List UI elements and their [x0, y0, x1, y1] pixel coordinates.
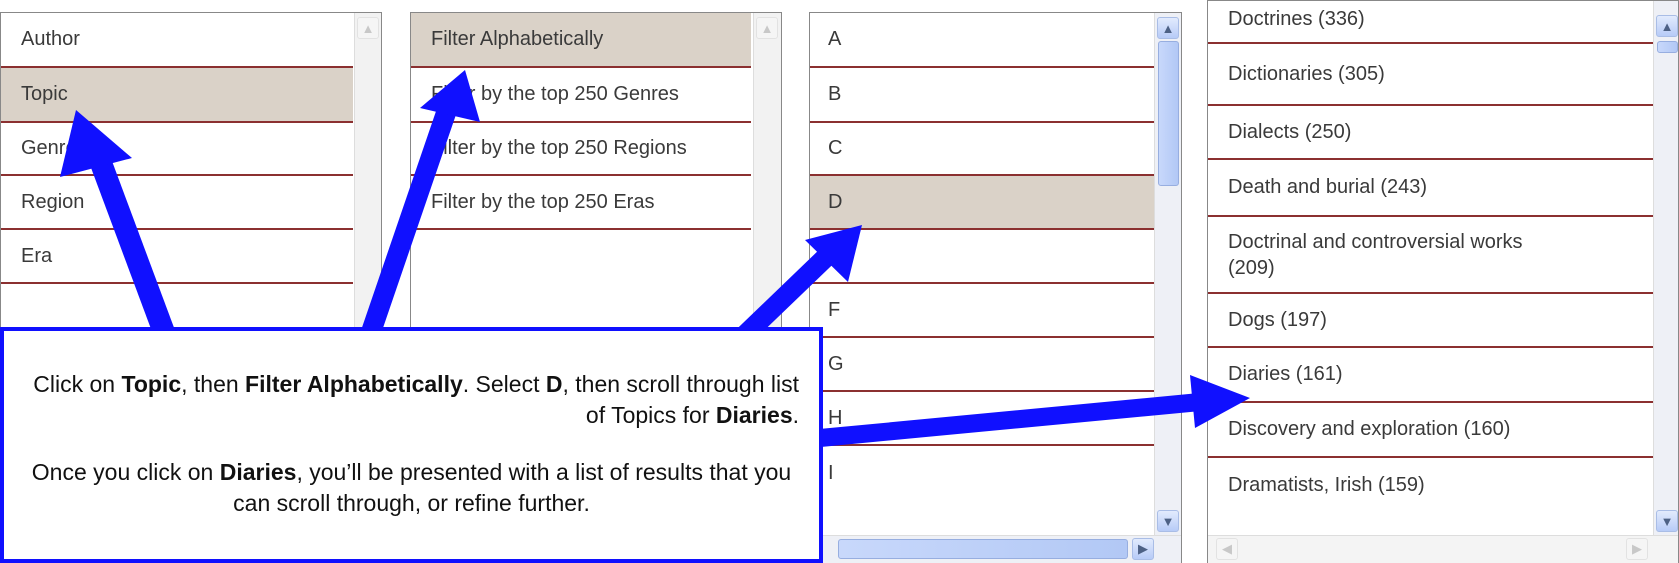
scroll-up-icon[interactable]: ▲: [357, 17, 379, 39]
scroll-right-icon[interactable]: ▶: [1132, 538, 1154, 560]
letter-f[interactable]: F: [810, 284, 1154, 338]
letter-e[interactable]: E: [810, 230, 1154, 284]
letter-g[interactable]: G: [810, 338, 1154, 392]
topic-list: Doctrines (336) Dictionaries (305) Diale…: [1207, 0, 1679, 563]
scroll-up-icon[interactable]: ▲: [1656, 15, 1678, 37]
letter-i[interactable]: I: [810, 446, 1154, 500]
filter-top-eras[interactable]: Filter by the top 250 Eras: [411, 176, 751, 230]
alphabet-list: A B C D E F G H I ▲ ▼ ▶: [809, 12, 1182, 563]
scroll-up-icon[interactable]: ▲: [756, 17, 778, 39]
scroll-down-icon[interactable]: ▼: [1656, 510, 1678, 532]
facet-author[interactable]: Author: [1, 13, 353, 68]
letter-b[interactable]: B: [810, 68, 1154, 123]
scroll-thumb[interactable]: [1657, 41, 1678, 53]
topic-item[interactable]: Dictionaries (305): [1208, 44, 1653, 106]
scroll-up-icon[interactable]: ▲: [1157, 17, 1179, 39]
topic-item[interactable]: Discovery and exploration (160): [1208, 403, 1653, 458]
scroll-left-icon[interactable]: ◀: [1216, 538, 1238, 560]
alphabet-hscrollbar[interactable]: ▶: [810, 535, 1181, 563]
filter-alphabetically[interactable]: Filter Alphabetically: [411, 13, 751, 68]
topic-item[interactable]: Death and burial (243): [1208, 160, 1653, 217]
scroll-down-icon[interactable]: ▼: [1157, 510, 1179, 532]
letter-c[interactable]: C: [810, 123, 1154, 176]
instruction-paragraph-2: Once you click on Diaries, you’ll be pre…: [31, 459, 792, 516]
topic-item[interactable]: Doctrines (336): [1208, 1, 1653, 44]
scroll-right-icon[interactable]: ▶: [1626, 538, 1648, 560]
letter-h[interactable]: H: [810, 392, 1154, 446]
topic-item[interactable]: Dogs (197): [1208, 294, 1653, 348]
facet-topic[interactable]: Topic: [1, 68, 353, 123]
topic-item[interactable]: Doctrinal and controversial works (209): [1208, 217, 1653, 294]
letter-d[interactable]: D: [810, 176, 1154, 230]
facet-genre[interactable]: Genre: [1, 123, 353, 176]
facet-era[interactable]: Era: [1, 230, 353, 284]
hscroll-thumb[interactable]: [838, 539, 1128, 559]
instruction-callout: Click on Topic, then Filter Alphabetical…: [0, 327, 823, 563]
facet-region[interactable]: Region: [1, 176, 353, 230]
topic-diaries[interactable]: Diaries (161): [1208, 348, 1653, 403]
letter-a[interactable]: A: [810, 13, 1154, 68]
topic-item[interactable]: Dialects (250): [1208, 106, 1653, 160]
alphabet-scrollbar[interactable]: ▲ ▼: [1154, 13, 1181, 536]
topic-scrollbar[interactable]: ▲ ▼: [1653, 1, 1678, 536]
topic-item[interactable]: Dramatists, Irish (159): [1208, 458, 1653, 512]
filter-top-genres[interactable]: Filter by the top 250 Genres: [411, 68, 751, 123]
filter-top-regions[interactable]: Filter by the top 250 Regions: [411, 123, 751, 176]
scroll-thumb[interactable]: [1158, 41, 1179, 186]
instruction-paragraph-1: Click on Topic, then Filter Alphabetical…: [33, 371, 799, 428]
topic-hscrollbar[interactable]: ◀ ▶: [1208, 535, 1678, 563]
